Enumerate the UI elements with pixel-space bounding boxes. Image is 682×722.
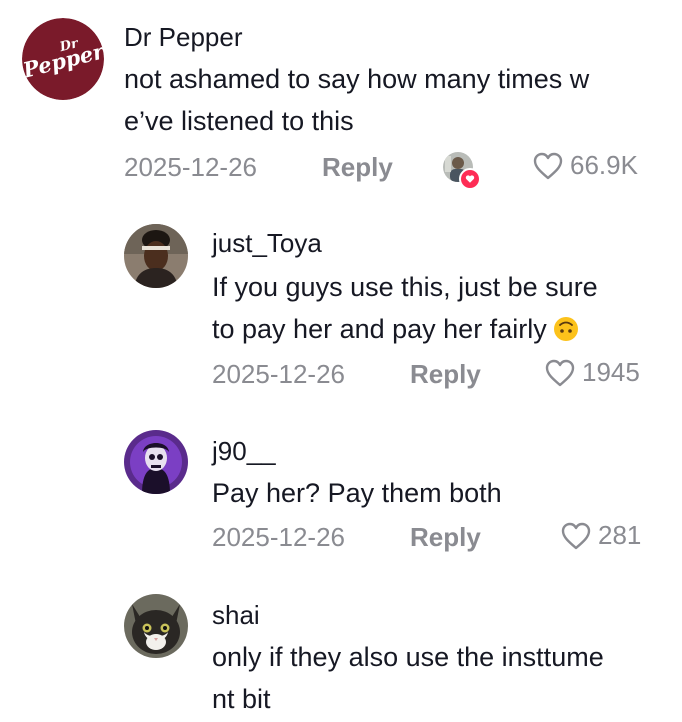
- comment-dr-pepper: Pepper Dr Dr Pepper not ashamed to say h…: [0, 0, 682, 200]
- comment-date: 2025-12-26: [212, 359, 345, 389]
- heart-outline-icon: [545, 359, 575, 386]
- comment-username[interactable]: shai: [212, 600, 260, 631]
- comment-text-line: to pay her and pay her fairly: [212, 314, 547, 344]
- creator-liked-badge: [443, 152, 481, 190]
- avatar[interactable]: [124, 430, 188, 494]
- like-count: 66.9K: [570, 150, 638, 180]
- avatar[interactable]: [124, 224, 188, 288]
- comment-text: only if they also use the insttume nt bi…: [212, 642, 604, 714]
- avatar[interactable]: Pepper Dr: [22, 18, 104, 100]
- comment-date: 2025-12-26: [124, 152, 257, 182]
- comment-text: not ashamed to say how many times w e’ve…: [124, 64, 590, 136]
- comment-username[interactable]: Dr Pepper: [124, 22, 243, 53]
- reply-button[interactable]: Reply: [410, 522, 481, 553]
- like-button[interactable]: 66.9K: [532, 150, 638, 181]
- comment-username[interactable]: just_Toya: [212, 228, 322, 259]
- comment-username[interactable]: j90__: [212, 436, 276, 467]
- comment-text-line: If you guys use this, just be sure: [212, 272, 598, 302]
- heart-icon: [459, 168, 481, 190]
- like-button[interactable]: 1945: [544, 357, 640, 388]
- comment-text-line-2: to pay her and pay her fairly: [212, 308, 662, 350]
- like-button[interactable]: 281: [560, 520, 641, 551]
- like-count: 1945: [582, 357, 640, 387]
- upside-down-face-icon: [553, 317, 578, 341]
- comment-text: Pay her? Pay them both: [212, 478, 502, 508]
- reply-button[interactable]: Reply: [322, 152, 393, 183]
- heart-outline-icon: [561, 522, 591, 549]
- like-count: 281: [598, 520, 642, 550]
- reply-button[interactable]: Reply: [410, 359, 481, 390]
- heart-outline-icon: [533, 152, 563, 179]
- avatar[interactable]: [124, 594, 188, 658]
- comment-date: 2025-12-26: [212, 522, 345, 552]
- comment-text: If you guys use this, just be sure to pa…: [212, 266, 662, 350]
